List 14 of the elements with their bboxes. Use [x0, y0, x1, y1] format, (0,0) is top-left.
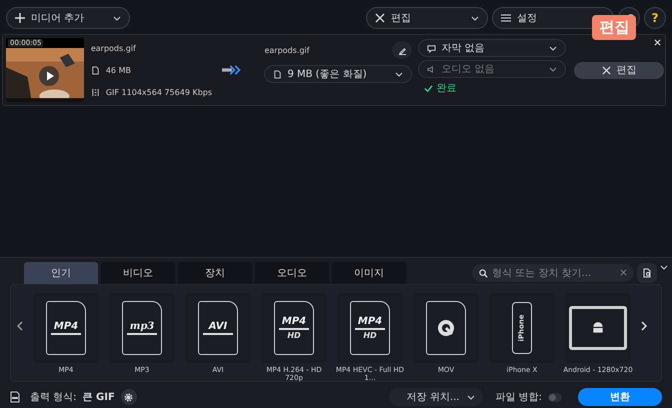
document-icon: MP4 HD: [274, 301, 314, 355]
source-size: 46 MB: [106, 66, 131, 74]
source-file-name: earpods.gif: [90, 44, 137, 52]
status-label: 완료: [436, 82, 456, 95]
source-info: GIF 1104x564 75649 Kbps: [106, 88, 212, 96]
merge-label: 파일 병합:: [495, 391, 542, 404]
output-format-label: 출력 형식:: [30, 391, 77, 404]
document-icon: mp3: [122, 301, 162, 355]
output-format-value: 큰 GIF: [82, 391, 115, 404]
document-icon: AVI: [198, 301, 238, 355]
edit-tooltip: 편집: [592, 15, 636, 40]
document-icon: MP4 HD: [350, 301, 390, 355]
document-icon: MP4: [46, 301, 86, 355]
output-file-name: earpods.gif: [264, 46, 310, 54]
